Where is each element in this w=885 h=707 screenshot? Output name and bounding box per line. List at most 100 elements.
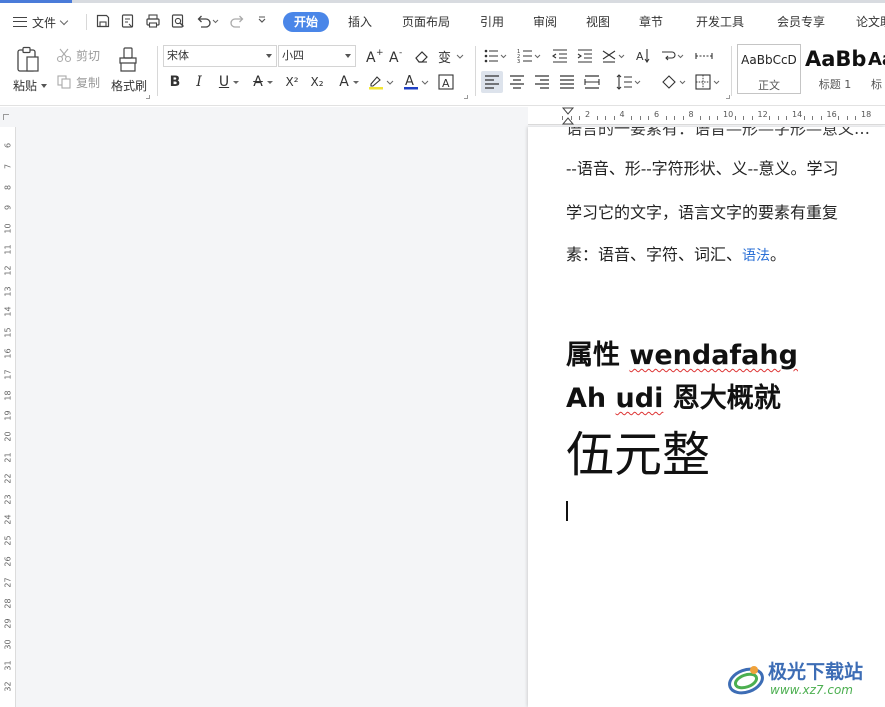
style-heading-1[interactable]: AaBb 标题 1 xyxy=(803,44,867,94)
tab-home[interactable]: 开始 xyxy=(283,12,330,32)
tab-view[interactable]: 视图 xyxy=(586,12,610,32)
tab-references[interactable]: 引用 xyxy=(480,12,504,32)
heading-text: Ah xyxy=(566,383,616,414)
window-tab-strip xyxy=(72,0,885,3)
ruler-tick xyxy=(803,116,805,120)
ruler-number: 32 xyxy=(3,681,13,692)
highlight-color-button[interactable] xyxy=(367,73,395,91)
align-right-button[interactable] xyxy=(533,73,551,91)
strikethrough-button[interactable]: A xyxy=(248,72,273,92)
chinese-layout-button[interactable] xyxy=(601,47,627,65)
tab-chapter[interactable]: 章节 xyxy=(639,12,663,32)
borders-button[interactable] xyxy=(694,73,722,91)
print-preview-icon[interactable] xyxy=(170,13,186,29)
tab-page-layout[interactable]: 页面布局 xyxy=(402,12,450,32)
superscript-button[interactable]: X² xyxy=(282,72,302,92)
ruler-number: 28 xyxy=(3,598,13,609)
show-marks-button[interactable] xyxy=(694,47,714,65)
grow-font-button[interactable]: A + xyxy=(365,47,383,65)
ruler-number: 25 xyxy=(3,535,13,546)
clear-format-button[interactable] xyxy=(413,47,431,65)
justify-button[interactable] xyxy=(558,73,576,91)
ruler-tick xyxy=(769,116,771,120)
svg-text:A: A xyxy=(366,50,376,65)
ruler-number: 10 xyxy=(3,223,13,234)
justify-icon xyxy=(560,75,574,89)
align-right-icon xyxy=(535,75,549,89)
paragraph-line: --语音、形--字符形状、义--意义。学习 xyxy=(566,159,839,178)
numbered-list-button[interactable]: 123 xyxy=(517,47,543,65)
text-direction-button[interactable]: A xyxy=(635,47,653,65)
style-normal[interactable]: AaBbCcD 正文 xyxy=(737,44,801,94)
decrease-indent-button[interactable] xyxy=(551,47,569,65)
bullet-list-button[interactable] xyxy=(483,47,509,65)
ruler-tick xyxy=(648,116,650,120)
tab-developer[interactable]: 开发工具 xyxy=(696,12,744,32)
font-size-select[interactable]: 小四 xyxy=(278,45,356,67)
heading-line: Ah udi 恩大概就 xyxy=(566,376,781,415)
customize-icon[interactable] xyxy=(256,13,268,29)
shading-button[interactable] xyxy=(660,73,688,91)
line-spacing-button[interactable] xyxy=(615,73,643,91)
style-heading-2[interactable]: Aa 标 xyxy=(867,44,885,94)
ruler-number: 8 xyxy=(688,110,694,119)
ruler-tick xyxy=(605,116,607,120)
ruler-tick xyxy=(682,116,684,120)
text-effect-button[interactable]: A xyxy=(334,72,359,92)
misspelled-word: udi xyxy=(615,383,664,414)
wrap-button[interactable] xyxy=(660,47,686,65)
document-page[interactable]: 语言的一要素有：语音—形—字形—意义… --语音、形--字符形状、义--意义。学… xyxy=(528,127,885,707)
pinyin-guide-button[interactable]: 变 xyxy=(437,47,465,65)
font-color-button[interactable]: A xyxy=(402,73,430,91)
paste-button[interactable]: 粘贴 xyxy=(13,46,47,98)
format-painter-button[interactable]: 格式刷 xyxy=(110,46,150,98)
undo-icon[interactable] xyxy=(195,13,219,29)
underline-button[interactable]: U xyxy=(214,72,239,92)
divider xyxy=(86,14,87,30)
align-left-button[interactable] xyxy=(483,73,501,91)
group-launcher[interactable] xyxy=(146,95,150,99)
caret-down-icon xyxy=(41,84,47,88)
watermark-title: 极光下载站 xyxy=(768,661,864,683)
window-tab-indicator xyxy=(0,0,72,3)
copy-button[interactable]: 复制 xyxy=(56,74,104,92)
ruler-tick xyxy=(613,116,615,120)
cut-button[interactable]: 剪切 xyxy=(56,47,104,65)
tab-insert[interactable]: 插入 xyxy=(348,12,372,32)
svg-text:A: A xyxy=(389,50,399,65)
export-pdf-icon[interactable] xyxy=(120,13,136,29)
svg-text:A: A xyxy=(405,74,414,89)
group-launcher[interactable] xyxy=(464,95,468,99)
ruler-corner-marker[interactable] xyxy=(3,114,9,120)
subscript-button[interactable]: X₂ xyxy=(307,72,327,92)
shrink-font-button[interactable]: A- xyxy=(388,47,406,65)
bold-button[interactable]: B xyxy=(165,72,185,92)
increase-indent-button[interactable] xyxy=(576,47,594,65)
save-icon[interactable] xyxy=(95,13,111,29)
tab-review[interactable]: 审阅 xyxy=(533,12,557,32)
vertical-ruler[interactable]: 6 7 8 9 10 11 12 13 14 15 16 17 18 19 20 21 22 23 24 25 26 27… xyxy=(0,127,16,707)
ruler-tick xyxy=(751,116,753,120)
group-launcher[interactable] xyxy=(726,95,730,99)
distribute-button[interactable] xyxy=(583,73,601,91)
file-menu-button[interactable]: 文件 xyxy=(13,11,69,33)
tab-thesis[interactable]: 论文助 xyxy=(856,12,885,32)
redo-icon[interactable] xyxy=(230,13,246,29)
font-name-select[interactable]: 宋体 xyxy=(163,45,277,67)
horizontal-ruler[interactable]: 2 4 6 8 10 12 14 16 18 xyxy=(528,107,885,125)
tab-member[interactable]: 会员专享 xyxy=(777,12,825,32)
print-icon[interactable] xyxy=(145,13,161,29)
char-border-icon: A xyxy=(438,74,454,90)
ruler-tick xyxy=(570,116,572,120)
ruler-number: 12 xyxy=(757,110,768,119)
char-border-button[interactable]: A xyxy=(437,73,455,91)
copy-icon xyxy=(57,75,71,89)
ruler-number: 4 xyxy=(619,110,625,119)
align-center-button[interactable] xyxy=(508,73,526,91)
ruler-tick xyxy=(777,116,779,120)
ruler-tick xyxy=(639,116,641,120)
heading-text: 恩大概就 xyxy=(663,383,781,414)
align-left-icon xyxy=(485,75,499,89)
italic-button[interactable]: I xyxy=(189,72,209,92)
eraser-icon xyxy=(415,51,428,63)
